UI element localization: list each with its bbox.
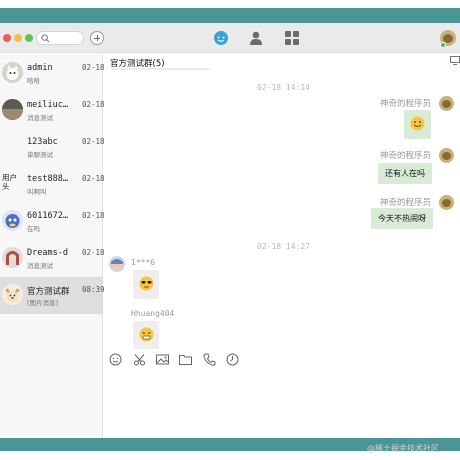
image-icon[interactable] [156,353,169,366]
conversation-name: 123abc [27,137,58,147]
online-status-dot [440,42,446,48]
chat-icon[interactable] [213,30,229,46]
minimize-window-button[interactable] [14,34,22,42]
conversation-list: admin 02-18 哈哈 meiliuc… 02-18 消息测试 123ab… [0,54,105,438]
conversation-name: 6011672… [27,211,68,221]
conversation-preview: 叫啊叫 [27,188,47,196]
conversation-item-official-group[interactable]: 官方测试群 08:39 [图片消息] [0,277,105,314]
chat-menu-icon[interactable] [450,56,460,65]
time-divider: 02-18 14:27 [257,242,310,251]
history-icon[interactable] [226,353,239,366]
conversation-preview: 消息测试 [27,114,53,122]
time-divider: 02-18 14:14 [257,83,310,92]
add-button[interactable] [90,31,104,45]
message-sender: 神奇的程序员 [380,151,432,161]
close-window-button[interactable] [3,34,11,42]
folder-icon[interactable] [179,353,192,366]
grimace-emoji-icon [139,327,154,342]
conversation-name: admin [27,63,53,73]
window-frame-top [0,8,460,23]
message-text: 还有人在吗 [385,169,425,178]
conversation-preview: 哈哈 [27,77,40,85]
conversation-item-admin[interactable]: admin 02-18 哈哈 [0,58,105,95]
conversation-name: Dreams-d [27,248,68,258]
cartoon-avatar-icon [5,214,20,228]
conversation-preview: 在吗 [27,225,40,233]
sender-avatar[interactable] [439,195,454,210]
title-bar [0,23,460,53]
sender-avatar[interactable] [439,96,454,111]
conversation-preview: 单聊测试 [27,151,53,159]
maximize-window-button[interactable] [25,34,33,42]
smile-emoji-icon [410,116,425,131]
header-divider [110,68,210,70]
photo-avatar-icon [2,99,23,120]
conversation-preview: [图片消息] [27,299,59,307]
broken-avatar-image: 用户头 [2,173,17,191]
conversation-time: 02-18 [82,100,105,109]
emoji-icon[interactable] [109,353,122,366]
dog-avatar-icon [5,288,20,303]
conversation-preview: 消息测试 [27,262,53,270]
girl-avatar-icon [6,251,19,265]
contacts-icon[interactable] [248,30,264,46]
sunglasses-emoji-icon [139,276,154,291]
phone-icon[interactable] [203,353,216,366]
message-text: 今天不热闹呀 [378,214,426,223]
avatar [2,210,23,231]
avatar [2,62,23,83]
conversation-item-dreams-d[interactable]: Dreams-d 02-18 消息测试 [0,243,105,280]
conversation-item-test888[interactable]: 用户头 test888… 02-18 叫啊叫 [0,169,105,206]
message-bubble[interactable] [404,110,431,139]
conversation-name: test888… [27,174,68,184]
conversation-name: 官方测试群 [27,287,70,297]
watermark: @稀土掘金技术社区 [367,444,439,453]
avatar [2,136,23,157]
sender-avatar[interactable] [439,148,454,163]
conversation-item-meiliuc[interactable]: meiliuc… 02-18 消息测试 [0,95,105,132]
message-bubble[interactable] [133,321,159,349]
conversation-time: 02-18 [82,137,105,146]
avatar [2,247,23,268]
message-bubble[interactable]: 今天不热闹呀 [371,208,433,229]
avatar [2,284,23,305]
conversation-time: 02-18 [82,211,105,220]
cat-avatar-icon [6,65,19,80]
conversation-name: meiliuc… [27,100,68,110]
conversation-item-6011672[interactable]: 6011672… 02-18 在吗 [0,206,105,243]
message-bubble[interactable] [133,270,159,299]
sender-avatar[interactable] [109,256,125,272]
conversation-time: 08:39 [82,285,105,294]
scissors-icon[interactable] [133,353,146,366]
conversation-time: 02-18 [82,248,105,257]
conversation-item-123abc[interactable]: 123abc 02-18 单聊测试 [0,132,105,169]
photo-avatar-icon [111,259,123,270]
message-sender: 神奇的程序员 [380,99,432,109]
search-icon [41,34,50,43]
apps-grid-icon[interactable] [284,30,300,46]
conversation-time: 02-18 [82,174,105,183]
avatar [2,99,23,120]
message-sender: Hhuang404 [131,309,175,318]
conversation-time: 02-18 [82,63,105,72]
message-bubble[interactable]: 还有人在吗 [378,163,432,184]
search-input[interactable] [36,31,84,45]
message-sender: 神奇的程序员 [380,198,432,208]
message-sender: 1***6 [131,258,156,267]
